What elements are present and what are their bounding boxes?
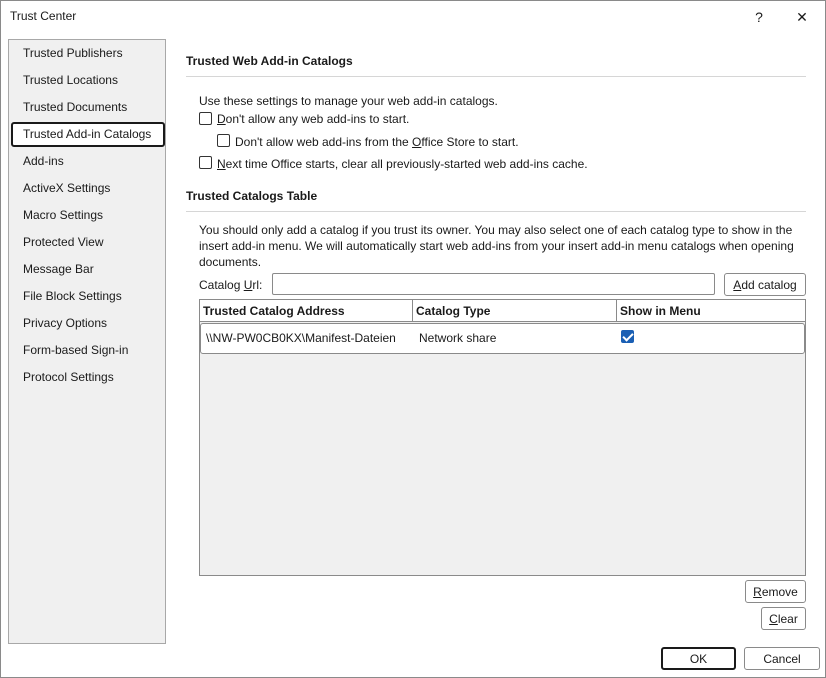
accel-key: N	[217, 157, 226, 171]
column-header-address[interactable]: Trusted Catalog Address	[200, 300, 413, 322]
sidebar-item-file-block-settings[interactable]: File Block Settings	[11, 284, 165, 309]
accel-key: R	[753, 584, 762, 599]
dont-allow-office-store-checkbox[interactable]	[217, 134, 230, 147]
sidebar-item-trusted-add-in-catalogs[interactable]: Trusted Add-in Catalogs	[11, 122, 165, 147]
table-row[interactable]: \\NW-PW0CB0KX\Manifest-Dateien Network s…	[200, 323, 805, 354]
button-label: dd catalog	[741, 277, 797, 292]
sidebar-item-trusted-locations[interactable]: Trusted Locations	[11, 68, 165, 93]
trust-center-dialog: Trust Center ? ✕ Trusted Publishers Trus…	[0, 0, 826, 678]
clear-cache-checkbox[interactable]	[199, 156, 212, 169]
add-catalog-button[interactable]: Add catalog	[724, 273, 806, 296]
clear-button[interactable]: Clear	[761, 607, 806, 630]
cancel-button[interactable]: Cancel	[744, 647, 820, 670]
dont-allow-office-store-label[interactable]: Don't allow web add-ins from the Office …	[235, 135, 519, 149]
remove-button[interactable]: Remove	[745, 580, 806, 603]
catalog-url-input[interactable]	[272, 273, 715, 295]
sidebar-item-protected-view[interactable]: Protected View	[11, 230, 165, 255]
sidebar-item-privacy-options[interactable]: Privacy Options	[11, 311, 165, 336]
label-text: rl:	[252, 278, 263, 292]
label-text: Catalog	[199, 278, 244, 292]
accel-key: D	[217, 112, 226, 126]
accel-key: A	[733, 277, 742, 292]
label-text: ffice Store to start.	[421, 135, 519, 149]
sidebar-item-trusted-documents[interactable]: Trusted Documents	[11, 95, 165, 120]
sidebar-item-message-bar[interactable]: Message Bar	[11, 257, 165, 282]
dont-allow-web-add-ins-checkbox[interactable]	[199, 112, 212, 125]
label-text: on't allow any web add-ins to start.	[225, 112, 410, 126]
web-catalogs-intro: Use these settings to manage your web ad…	[199, 94, 498, 108]
catalog-url-label: Catalog Url:	[199, 278, 262, 292]
clear-cache-label[interactable]: Next time Office starts, clear all previ…	[217, 157, 588, 171]
catalogs-table-heading: Trusted Catalogs Table	[186, 189, 318, 203]
catalogs-description: You should only add a catalog if you tru…	[199, 223, 794, 269]
button-label: emove	[761, 584, 798, 599]
cell-catalog-type: Network share	[419, 331, 497, 345]
section-divider	[186, 76, 806, 77]
label-text: Don't allow web add-ins from the	[235, 135, 413, 149]
sidebar-item-macro-settings[interactable]: Macro Settings	[11, 203, 165, 228]
sidebar-item-protocol-settings[interactable]: Protocol Settings	[11, 365, 165, 390]
sidebar-item-activex-settings[interactable]: ActiveX Settings	[11, 176, 165, 201]
window-title: Trust Center	[10, 9, 77, 23]
web-catalogs-heading: Trusted Web Add-in Catalogs	[186, 54, 353, 68]
button-label: lear	[777, 611, 798, 626]
help-icon[interactable]: ?	[744, 5, 774, 29]
sidebar-item-trusted-publishers[interactable]: Trusted Publishers	[11, 41, 165, 66]
column-header-type[interactable]: Catalog Type	[413, 300, 617, 322]
sidebar-item-form-based-sign-in[interactable]: Form-based Sign-in	[11, 338, 165, 363]
column-header-show-in-menu[interactable]: Show in Menu	[617, 300, 805, 322]
dont-allow-web-add-ins-label[interactable]: Don't allow any web add-ins to start.	[217, 112, 409, 126]
accel-key: C	[769, 611, 778, 626]
accel-key: O	[412, 135, 422, 149]
cell-address: \\NW-PW0CB0KX\Manifest-Dateien	[206, 331, 396, 345]
sidebar: Trusted Publishers Trusted Locations Tru…	[8, 39, 166, 644]
close-icon[interactable]: ✕	[787, 5, 817, 29]
sidebar-item-add-ins[interactable]: Add-ins	[11, 149, 165, 174]
catalogs-table: Trusted Catalog Address Catalog Type Sho…	[199, 299, 806, 576]
label-text: ext time Office starts, clear all previo…	[225, 157, 588, 171]
section-divider	[186, 211, 806, 212]
title-bar: Trust Center ? ✕	[1, 1, 825, 33]
ok-button[interactable]: OK	[661, 647, 736, 670]
show-in-menu-checkbox[interactable]	[621, 330, 634, 343]
